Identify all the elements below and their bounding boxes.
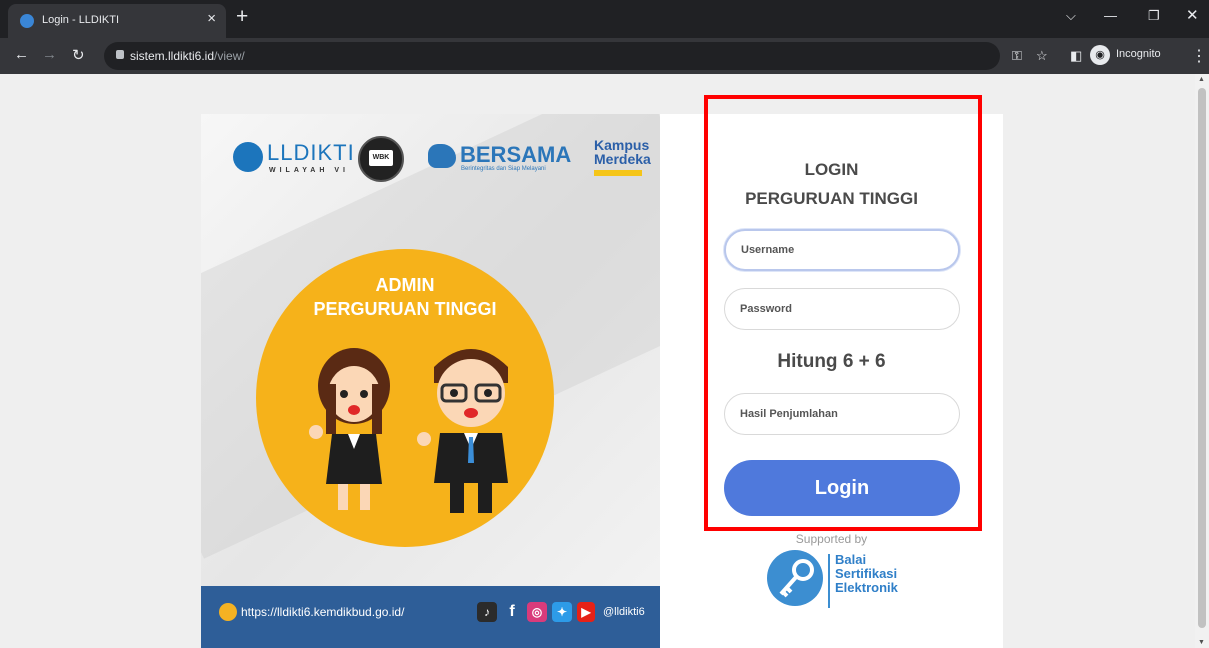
close-tab-icon[interactable]: × <box>207 10 216 27</box>
scroll-thumb[interactable] <box>1198 88 1206 628</box>
browser-toolbar: ← → ↻ sistem.lldikti6.id/view/ ⚿ ☆ ◧ ◉ I… <box>0 38 1209 74</box>
youtube-icon[interactable]: ▶ <box>577 602 595 622</box>
promo-footer: https://lldikti6.kemdikbud.go.id/ ♪ f ◎ … <box>201 586 660 648</box>
supported-by-label: Supported by <box>795 532 868 546</box>
tab-title: Login - LLDIKTI <box>42 14 120 26</box>
bse-line3: Elektronik <box>835 580 898 595</box>
key-icon[interactable]: ⚿ <box>1012 48 1022 64</box>
bookmark-star-icon[interactable]: ☆ <box>1036 48 1048 64</box>
back-icon[interactable]: ← <box>14 46 29 63</box>
lldikti-logo-subtext: WILAYAH VI <box>269 167 349 174</box>
scroll-up-icon[interactable]: ▲ <box>1198 76 1205 83</box>
key-emblem-icon <box>779 559 814 598</box>
female-character-illustration <box>309 348 390 510</box>
website-link[interactable]: https://lldikti6.kemdikbud.go.id/ <box>241 605 404 619</box>
bersama-logo-text: BERSAMA <box>460 142 572 167</box>
favicon-icon <box>20 14 34 28</box>
bse-line2: Sertifikasi <box>835 566 898 581</box>
facebook-icon[interactable]: f <box>502 602 522 622</box>
browser-tab-bar: Login - LLDIKTI × + ⌵ — ❐ ✕ <box>0 0 1209 38</box>
reload-icon[interactable]: ↻ <box>72 46 85 64</box>
lldikti-logo-icon <box>233 142 263 172</box>
minimize-icon[interactable]: — <box>1104 8 1117 23</box>
browser-menu-icon[interactable]: ⋮ <box>1191 46 1207 66</box>
social-handle: @lldikti6 <box>603 606 645 618</box>
page-viewport: LLDIKTI WILAYAH VI WBK BERSAMA Berintegr… <box>0 74 1195 648</box>
tab-search-icon[interactable]: ⌵ <box>1066 8 1076 24</box>
close-window-icon[interactable]: ✕ <box>1186 6 1199 24</box>
new-tab-button[interactable]: + <box>236 6 248 28</box>
scroll-down-icon[interactable]: ▼ <box>1198 639 1205 646</box>
bse-line1: Balai <box>835 552 867 567</box>
bse-divider <box>828 554 830 608</box>
globe-icon <box>219 603 237 621</box>
twitter-icon[interactable]: ✦ <box>552 602 572 622</box>
kampus-merdeka-bar <box>594 170 642 176</box>
incognito-indicator[interactable]: ◉ Incognito <box>1090 45 1182 69</box>
lock-icon <box>116 50 124 59</box>
promo-panel: LLDIKTI WILAYAH VI WBK BERSAMA Berintegr… <box>201 114 660 648</box>
bse-logo-text: Balai Sertifikasi Elektronik <box>835 553 898 595</box>
forward-icon[interactable]: → <box>42 46 57 63</box>
address-bar[interactable]: sistem.lldikti6.id/view/ ⚿ ☆ <box>104 42 1048 70</box>
male-character-illustration <box>417 349 508 513</box>
wbk-label: WBK <box>369 150 393 166</box>
instagram-icon[interactable]: ◎ <box>527 602 547 622</box>
restore-icon[interactable]: ❐ <box>1148 8 1160 24</box>
hero-title-line1: ADMIN <box>375 275 435 295</box>
tiktok-icon[interactable]: ♪ <box>477 602 497 622</box>
bersama-logo-icon <box>428 144 456 168</box>
hero-title-line2: PERGURUAN TINGGI <box>313 299 497 319</box>
lldikti-logo-text: LLDIKTI <box>267 140 355 165</box>
kampus-merdeka-logo: Kampus Merdeka <box>594 137 651 167</box>
url-path: /view/ <box>214 49 245 63</box>
incognito-icon: ◉ <box>1090 45 1110 65</box>
url-text: sistem.lldikti6.id/view/ <box>130 49 245 63</box>
wbk-seal-icon: WBK <box>358 136 404 182</box>
url-host: sistem.lldikti6.id <box>130 49 215 63</box>
hero-circle: ADMIN PERGURUAN TINGGI <box>256 249 554 547</box>
browser-tab[interactable]: Login - LLDIKTI × <box>8 4 226 38</box>
page-scrollbar[interactable]: ▲ ▼ <box>1195 74 1209 648</box>
incognito-label: Incognito <box>1116 48 1161 60</box>
bse-logo-icon <box>767 550 823 606</box>
highlight-box <box>704 95 982 531</box>
partner-logos: LLDIKTI WILAYAH VI WBK BERSAMA Berintegr… <box>233 134 653 184</box>
bersama-logo-subtext: Berintegritas dan Siap Melayani <box>461 166 546 172</box>
side-panel-icon[interactable]: ◧ <box>1070 48 1082 64</box>
